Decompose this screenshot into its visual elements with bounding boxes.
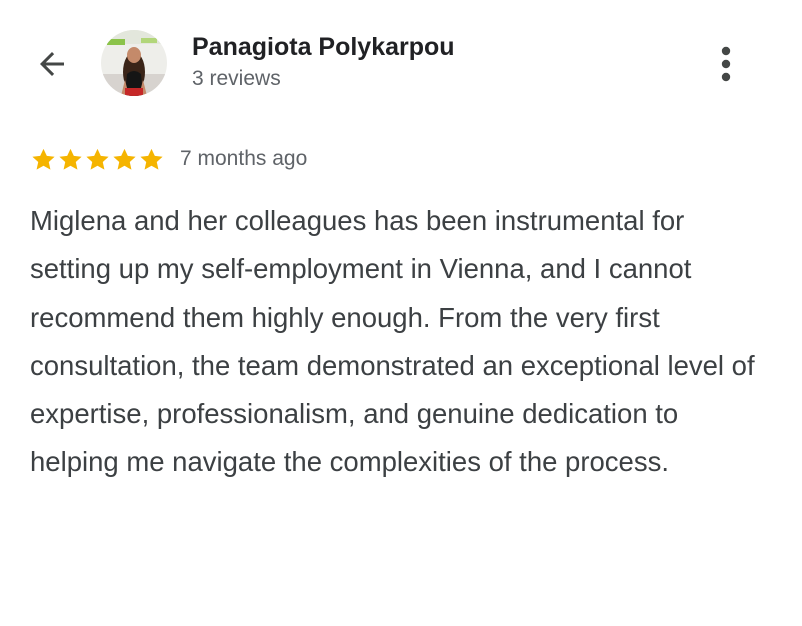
more-vert-icon: [721, 46, 731, 82]
rating-row: 7 months ago: [30, 144, 307, 174]
star-icon: [32, 148, 55, 170]
review-text: Miglena and her colleagues has been inst…: [30, 205, 755, 478]
arrow-back-icon: [40, 52, 64, 76]
star-rating: [30, 146, 165, 173]
star-icon: [86, 148, 109, 170]
star-icon: [140, 148, 163, 170]
more-options-button[interactable]: [706, 40, 746, 88]
review-timestamp: 7 months ago: [180, 147, 308, 170]
star-icon: [113, 148, 136, 170]
review-header: Panagiota Polykarpou 3 reviews: [0, 0, 802, 120]
avatar[interactable]: [101, 30, 167, 96]
review-count: 3 reviews: [192, 67, 281, 90]
avatar-photo: [101, 30, 167, 96]
reviewer-name[interactable]: Panagiota Polykarpou: [192, 33, 455, 62]
star-icon: [59, 148, 82, 170]
back-button[interactable]: [30, 42, 74, 86]
